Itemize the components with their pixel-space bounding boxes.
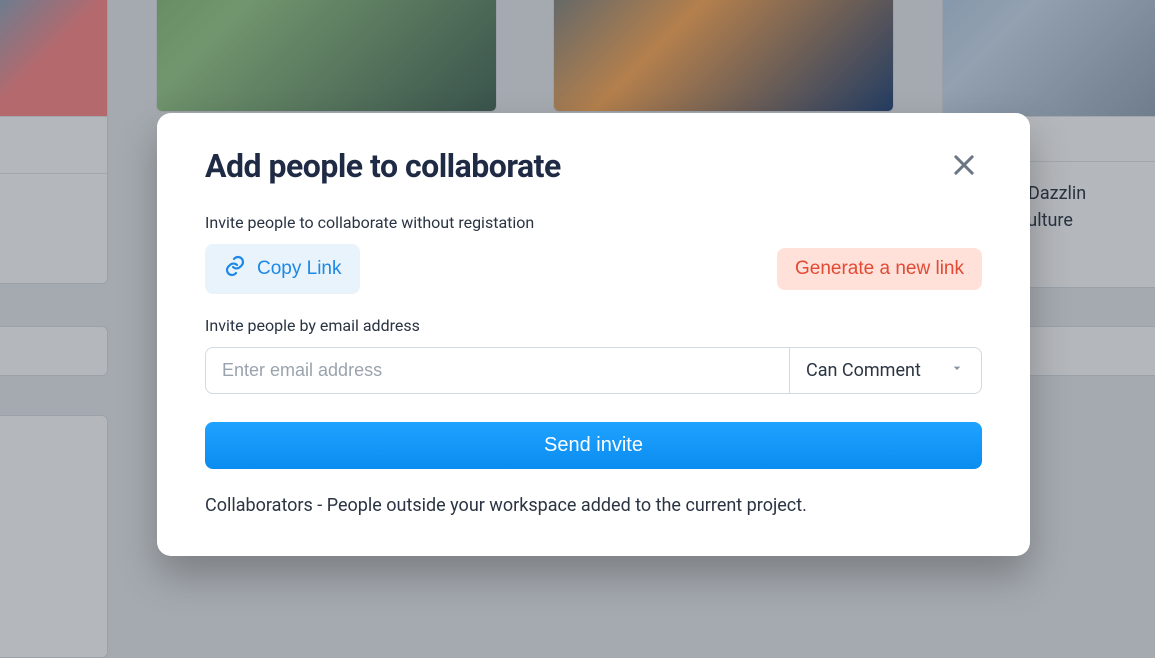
generate-link-button[interactable]: Generate a new link bbox=[777, 248, 982, 290]
collaborate-modal: Add people to collaborate Invite people … bbox=[157, 113, 1030, 556]
generate-link-label: Generate a new link bbox=[795, 258, 964, 279]
email-input[interactable] bbox=[205, 347, 789, 394]
invite-email-label: Invite people by email address bbox=[205, 316, 982, 335]
permission-select[interactable]: Can Comment bbox=[789, 347, 982, 394]
copy-link-button[interactable]: Copy Link bbox=[205, 244, 360, 294]
modal-title: Add people to collaborate bbox=[205, 147, 561, 185]
collaborators-helper-text: Collaborators - People outside your work… bbox=[205, 495, 982, 516]
send-invite-button[interactable]: Send invite bbox=[205, 422, 982, 469]
chevron-down-icon bbox=[949, 360, 965, 381]
link-icon bbox=[223, 254, 247, 284]
send-invite-label: Send invite bbox=[544, 434, 643, 456]
close-icon bbox=[950, 151, 978, 179]
permission-selected-value: Can Comment bbox=[806, 360, 921, 381]
close-button[interactable] bbox=[946, 147, 982, 183]
invite-link-label: Invite people to collaborate without reg… bbox=[205, 213, 982, 232]
copy-link-label: Copy Link bbox=[257, 258, 342, 280]
